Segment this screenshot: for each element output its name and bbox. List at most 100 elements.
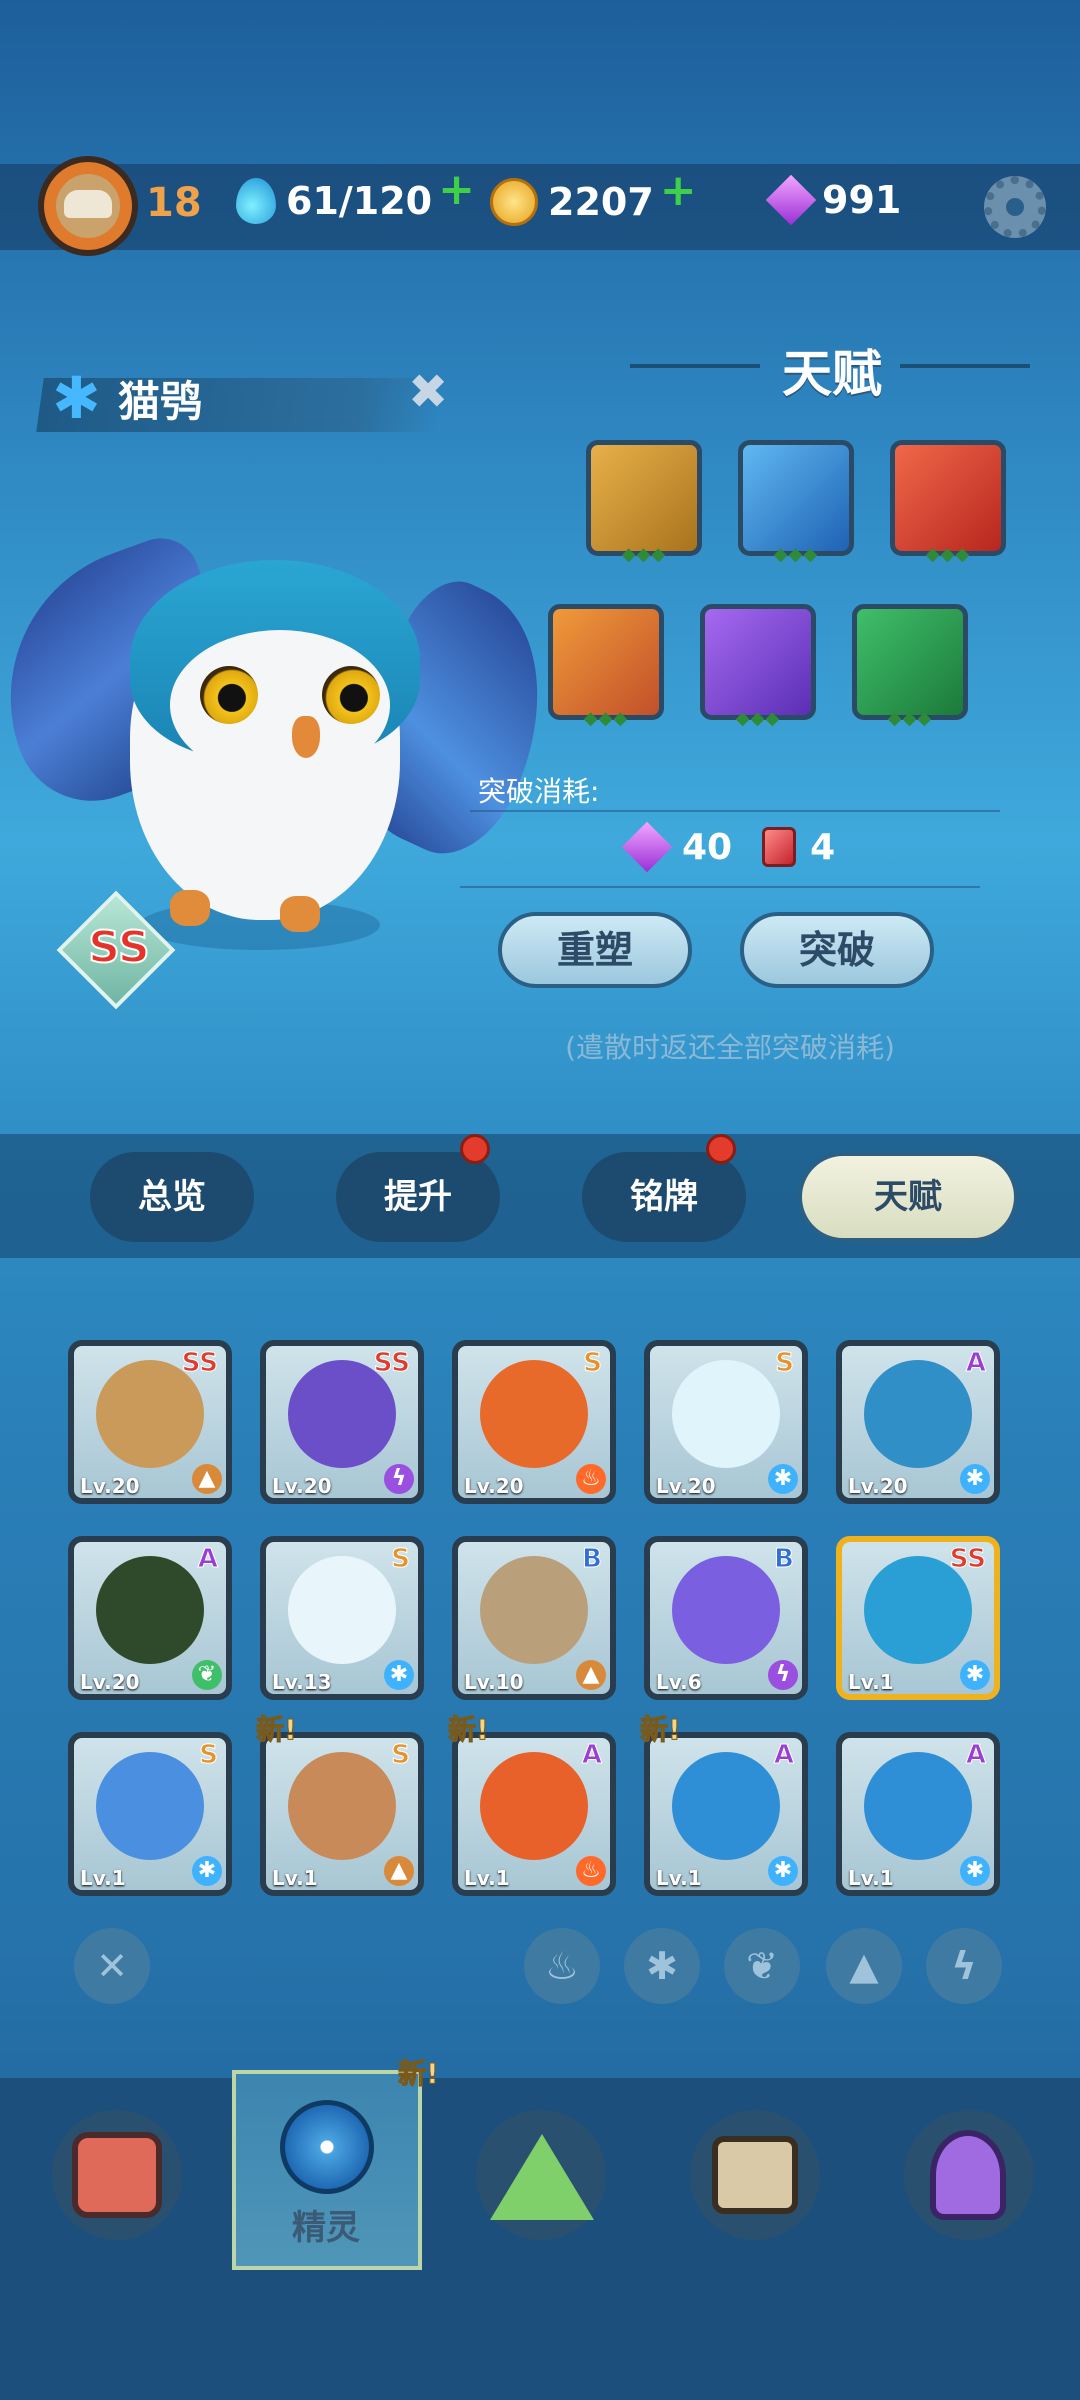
nav-map-button[interactable]	[476, 2110, 606, 2240]
title-ornament-left	[630, 364, 760, 368]
creature-portrait	[288, 1556, 396, 1664]
nav-spirits-label: 精灵	[292, 2208, 360, 2248]
ice-element-icon: ✱	[384, 1660, 414, 1690]
player-avatar[interactable]	[38, 156, 138, 256]
owl-right-foot	[280, 896, 320, 932]
clear-filter-icon[interactable]: ✕	[74, 1928, 150, 2004]
creature-grade: A	[965, 1348, 986, 1379]
creature-grade: S	[199, 1740, 219, 1771]
new-badge: 新!	[256, 1713, 298, 1747]
earth-element-icon: ▲	[576, 1660, 606, 1690]
ice-element-icon: ✱	[960, 1856, 990, 1886]
fire-element-icon: ♨	[576, 1856, 606, 1886]
creature-card[interactable]: B Lv.10 ▲	[452, 1536, 616, 1700]
fire-element-icon: ♨	[576, 1464, 606, 1494]
nav-bag-button[interactable]	[690, 2110, 820, 2240]
add-coins-button[interactable]: +	[660, 165, 697, 216]
creature-grade: B	[774, 1544, 795, 1575]
tab-talent[interactable]: 天赋	[798, 1152, 1018, 1242]
tab-overview[interactable]: 总览	[90, 1152, 254, 1242]
talent-level-dots: ◆◆◆	[887, 708, 933, 729]
divider	[470, 810, 1000, 812]
new-badge: 新!	[640, 1713, 682, 1747]
creature-grade: SS	[181, 1348, 218, 1379]
creature-card[interactable]: S Lv.13 ✱	[260, 1536, 424, 1700]
creature-name: 猫鸮	[118, 377, 203, 426]
creature-grade: SS	[373, 1348, 410, 1379]
energy-value: 61/120	[286, 179, 433, 223]
talent-eye-icon[interactable]	[738, 440, 854, 556]
creature-level: Lv.1	[464, 1866, 510, 1890]
creature-level: Lv.20	[272, 1474, 332, 1498]
creature-card[interactable]: A Lv.20 ✱	[836, 1340, 1000, 1504]
creature-card[interactable]: A Lv.1 ♨	[452, 1732, 616, 1896]
creature-portrait	[864, 1752, 972, 1860]
creature-level: Lv.20	[80, 1670, 140, 1694]
talent-gold-bowl-icon[interactable]	[586, 440, 702, 556]
nav-location-button[interactable]	[904, 2110, 1034, 2240]
creature-grade: A	[197, 1544, 218, 1575]
creature-card[interactable]: A Lv.1 ✱	[644, 1732, 808, 1896]
creature-grade: A	[773, 1740, 794, 1771]
ice-element-icon: ✱	[192, 1856, 222, 1886]
card-icon	[762, 827, 797, 867]
creature-level: Lv.1	[656, 1866, 702, 1890]
creature-level: Lv.20	[464, 1474, 524, 1498]
fire-filter-icon[interactable]: ♨	[524, 1928, 600, 2004]
earth-filter-icon[interactable]: ▲	[826, 1928, 902, 2004]
settings-gear-icon[interactable]	[984, 176, 1046, 238]
creature-card[interactable]: B Lv.6 ϟ	[644, 1536, 808, 1700]
creature-card[interactable]: A Lv.1 ✱	[836, 1732, 1000, 1896]
gem-counter: 991	[765, 174, 902, 226]
creature-portrait	[672, 1752, 780, 1860]
tab-nameplate[interactable]: 铭牌	[582, 1152, 746, 1242]
player-level: 18	[146, 180, 202, 226]
creature-card[interactable]: SS Lv.20 ϟ	[260, 1340, 424, 1504]
add-energy-button[interactable]: +	[438, 164, 475, 215]
lightning-filter-icon[interactable]: ϟ	[926, 1928, 1002, 2004]
talent-hexagon-icon[interactable]	[548, 604, 664, 720]
creature-level: Lv.6	[656, 1670, 702, 1694]
creature-card[interactable]: SS Lv.20 ▲	[68, 1340, 232, 1504]
leaf-filter-icon[interactable]: ❦	[724, 1928, 800, 2004]
divider	[460, 886, 980, 888]
creature-card[interactable]: SS Lv.1 ✱	[836, 1536, 1000, 1700]
breakthrough-button[interactable]: 突破	[740, 912, 934, 988]
device-icon	[72, 2132, 162, 2218]
talent-level-dots: ◆◆◆	[735, 708, 781, 729]
tab-upgrade[interactable]: 提升	[336, 1152, 500, 1242]
nav-device-button[interactable]	[52, 2110, 182, 2240]
creature-level: Lv.20	[80, 1474, 140, 1498]
gem-cost: 40	[682, 826, 733, 868]
creature-portrait	[864, 1360, 972, 1468]
creature-card[interactable]: S Lv.20 ♨	[452, 1340, 616, 1504]
talent-claw-icon[interactable]	[852, 604, 968, 720]
creature-portrait	[480, 1556, 588, 1664]
creature-portrait	[672, 1360, 780, 1468]
creature-portrait	[480, 1360, 588, 1468]
gem-icon	[765, 174, 817, 226]
release-creature-icon[interactable]: ✖	[408, 364, 448, 420]
creature-level: Lv.1	[80, 1866, 126, 1890]
bag-icon	[712, 2136, 798, 2214]
talent-level-dots: ◆◆◆	[583, 708, 629, 729]
creature-level: Lv.1	[848, 1670, 894, 1694]
creature-grade: A	[965, 1740, 986, 1771]
reshape-button[interactable]: 重塑	[498, 912, 692, 988]
creature-level: Lv.13	[272, 1670, 332, 1694]
nav-spirits-button[interactable]: 精灵	[232, 2070, 422, 2270]
talent-lightning-icon[interactable]	[700, 604, 816, 720]
creature-card[interactable]: S Lv.20 ✱	[644, 1340, 808, 1504]
creature-card[interactable]: A Lv.20 ❦	[68, 1536, 232, 1700]
ice-filter-icon[interactable]: ✱	[624, 1928, 700, 2004]
owl-left-foot	[170, 890, 210, 926]
creature-level: Lv.1	[848, 1866, 894, 1890]
creature-grade: S	[391, 1740, 411, 1771]
creature-card[interactable]: S Lv.1 ▲	[260, 1732, 424, 1896]
creature-level: Lv.10	[464, 1670, 524, 1694]
talent-fang-icon[interactable]	[890, 440, 1006, 556]
notification-dot	[460, 1134, 490, 1164]
ice-element-icon: ✱	[960, 1660, 990, 1690]
creature-card[interactable]: S Lv.1 ✱	[68, 1732, 232, 1896]
gem-value: 991	[822, 178, 902, 222]
